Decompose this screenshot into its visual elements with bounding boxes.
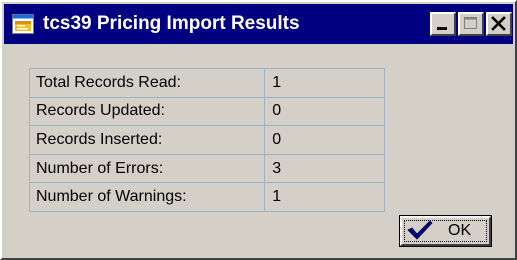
row-label-records-inserted: Records Inserted: (28, 125, 266, 155)
row-value-total-records-read: 1 (264, 68, 385, 98)
row-label-records-updated: Records Updated: (28, 96, 266, 127)
table-row: Total Records Read: 1 (28, 68, 385, 98)
app-icon (12, 14, 34, 34)
ok-button[interactable]: OK (399, 215, 492, 247)
row-label-total-records-read: Total Records Read: (28, 68, 266, 98)
row-value-number-of-errors: 3 (264, 153, 385, 184)
ok-button-label: OK (448, 222, 472, 239)
table-row: Records Inserted: 0 (28, 125, 385, 155)
row-value-number-of-warnings: 1 (264, 182, 385, 212)
table-row: Number of Warnings: 1 (28, 182, 385, 212)
maximize-button[interactable] (458, 12, 484, 36)
minimize-icon (437, 27, 447, 30)
table-row: Records Updated: 0 (28, 96, 385, 127)
checkmark-icon (407, 220, 433, 240)
row-label-number-of-errors: Number of Errors: (28, 153, 266, 184)
close-button[interactable] (486, 12, 512, 36)
maximize-icon (464, 17, 477, 29)
close-icon (491, 16, 506, 31)
row-value-records-inserted: 0 (264, 125, 385, 155)
results-table: Total Records Read: 1 Records Updated: 0… (28, 68, 385, 212)
import-results-dialog: tcs39 Pricing Import Results Total Recor… (0, 0, 517, 260)
minimize-button[interactable] (430, 12, 456, 36)
table-row: Number of Errors: 3 (28, 153, 385, 184)
title-bar[interactable]: tcs39 Pricing Import Results (4, 4, 513, 44)
row-label-number-of-warnings: Number of Warnings: (28, 182, 266, 212)
window-title: tcs39 Pricing Import Results (43, 13, 300, 34)
row-value-records-updated: 0 (264, 96, 385, 127)
